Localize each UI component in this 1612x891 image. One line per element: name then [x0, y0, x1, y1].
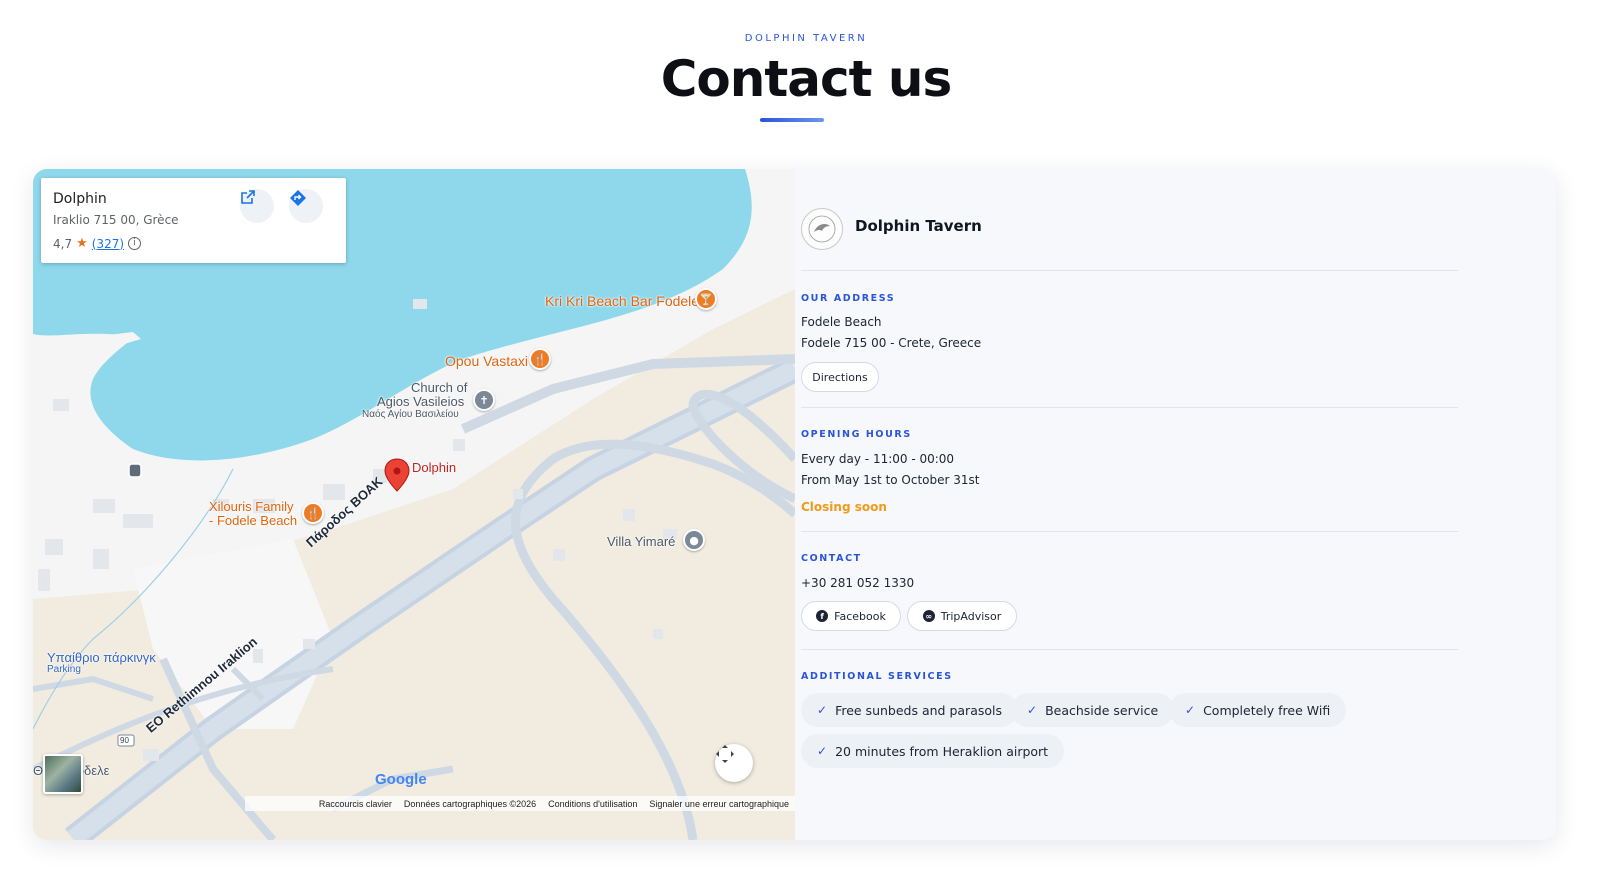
eyebrow-label: DOLPHIN TAVERN [744, 33, 868, 44]
check-icon: ✓ [817, 744, 828, 758]
map-footer: Raccourcis clavier Données cartographiqu… [245, 796, 795, 811]
poi-parking-sub-label[interactable]: Parking [47, 664, 81, 675]
hours-line-2: From May 1st to October 31st [801, 473, 980, 487]
tripadvisor-label: TripAdvisor [940, 609, 1002, 623]
keyboard-shortcuts-link[interactable]: Raccourcis clavier [319, 799, 392, 809]
poi-opou-label[interactable]: Opou Vastaxi [445, 353, 528, 369]
page-title: Contact us [660, 50, 953, 108]
directions-button-label: Directions [812, 370, 868, 384]
facebook-button[interactable]: f Facebook [801, 601, 901, 631]
hours-line-1: Every day - 11:00 - 00:00 [801, 452, 955, 466]
divider [801, 407, 1458, 408]
rating-value: 4,7 [53, 236, 73, 251]
poi-church-label-2[interactable]: Agios Vasileios [377, 394, 464, 409]
bar-poi-icon[interactable]: 🍸 [695, 288, 717, 310]
restaurant-poi-icon[interactable]: 🍴 [302, 502, 324, 524]
brand-name: Dolphin Tavern [855, 217, 982, 235]
address-section-title: OUR ADDRESS [801, 293, 896, 304]
tripadvisor-button[interactable]: ∞ TripAdvisor [907, 601, 1017, 631]
fullscreen-icon [716, 745, 734, 763]
route-number-label: 90 [120, 736, 129, 745]
address-line-2: Fodele 715 00 - Crete, Greece [801, 336, 982, 350]
map-canvas[interactable] [33, 169, 795, 840]
divider [801, 270, 1458, 271]
service-chip: ✓ Completely free Wifi [1169, 693, 1347, 727]
address-line-1: Fodele Beach [801, 315, 882, 329]
service-label: 20 minutes from Heraklion airport [835, 743, 1049, 759]
lodging-poi-icon[interactable]: ● [683, 529, 705, 551]
directions-button[interactable]: Directions [801, 362, 879, 392]
terms-link[interactable]: Conditions d'utilisation [548, 799, 637, 809]
fullscreen-button[interactable] [715, 744, 753, 782]
service-label: Free sunbeds and parasols [835, 702, 1002, 718]
street-view-thumbnail[interactable] [43, 754, 83, 794]
poi-dolphin-label[interactable]: Dolphin [412, 460, 456, 475]
place-info-card[interactable]: Dolphin Iraklio 715 00, Grèce 4,7 ★ (327… [41, 178, 346, 263]
poi-xilouris-label-2[interactable]: - Fodele Beach [209, 513, 297, 528]
service-label: Completely free Wifi [1203, 702, 1331, 718]
check-icon: ✓ [1027, 703, 1038, 717]
dolphin-logo-icon [808, 215, 836, 243]
report-error-link[interactable]: Signaler une erreur cartographique [649, 799, 789, 809]
service-chip: ✓ Beachside service [1011, 693, 1175, 727]
directions-map-button[interactable] [289, 189, 323, 223]
map-data-label: Données cartographiques ©2026 [403, 798, 537, 809]
open-in-maps-button[interactable] [240, 189, 274, 223]
services-section-title: ADDITIONAL SERVICES [801, 671, 953, 682]
info-icon[interactable]: i [128, 237, 142, 250]
divider [801, 649, 1458, 650]
contact-section-title: CONTACT [801, 553, 862, 564]
restaurant-poi-icon[interactable]: 🍴 [529, 348, 551, 370]
service-label: Beachside service [1045, 702, 1159, 718]
facebook-icon: f [816, 610, 829, 622]
check-icon: ✓ [1185, 703, 1196, 717]
church-poi-icon[interactable]: ✝ [473, 389, 495, 411]
place-name: Dolphin [53, 191, 107, 207]
reviews-link[interactable]: (327) [92, 237, 124, 251]
open-status-badge: Closing soon [801, 500, 887, 514]
title-underline [760, 118, 824, 122]
google-logo-text: Google [375, 771, 427, 788]
poi-kri-kri-label[interactable]: Kri Kri Beach Bar Fodele [545, 293, 699, 309]
poi-church-greek-label[interactable]: Ναός Αγίου Βασιλείου [362, 409, 459, 420]
external-link-icon [241, 190, 255, 204]
hours-section-title: OPENING HOURS [801, 429, 912, 440]
star-icon: ★ [76, 236, 88, 251]
service-chip: ✓ 20 minutes from Heraklion airport [801, 734, 1065, 768]
place-rating: 4,7 ★ (327) i [53, 236, 142, 251]
poi-church-label-1[interactable]: Church of [411, 380, 467, 395]
tripadvisor-icon: ∞ [922, 610, 935, 622]
brand-logo [801, 208, 843, 250]
divider [801, 531, 1458, 532]
service-chip: ✓ Free sunbeds and parasols [801, 693, 1018, 727]
phone-number[interactable]: +30 281 052 1330 [801, 576, 914, 590]
poi-parking-label[interactable]: Υπαίθριο πάρκινγκ [47, 650, 156, 665]
google-logo: Google [375, 771, 427, 788]
poi-villa-label[interactable]: Villa Yimaré [607, 534, 675, 549]
place-address: Iraklio 715 00, Grèce [53, 213, 179, 227]
facebook-label: Facebook [834, 609, 886, 623]
contact-card: Kri Kri Beach Bar Fodele 🍸 Opou Vastaxi … [33, 169, 1556, 840]
embedded-map[interactable]: Kri Kri Beach Bar Fodele 🍸 Opou Vastaxi … [33, 169, 795, 840]
directions-icon [290, 190, 306, 206]
check-icon: ✓ [817, 703, 828, 717]
poi-xilouris-label-1[interactable]: Xilouris Family [209, 499, 294, 514]
